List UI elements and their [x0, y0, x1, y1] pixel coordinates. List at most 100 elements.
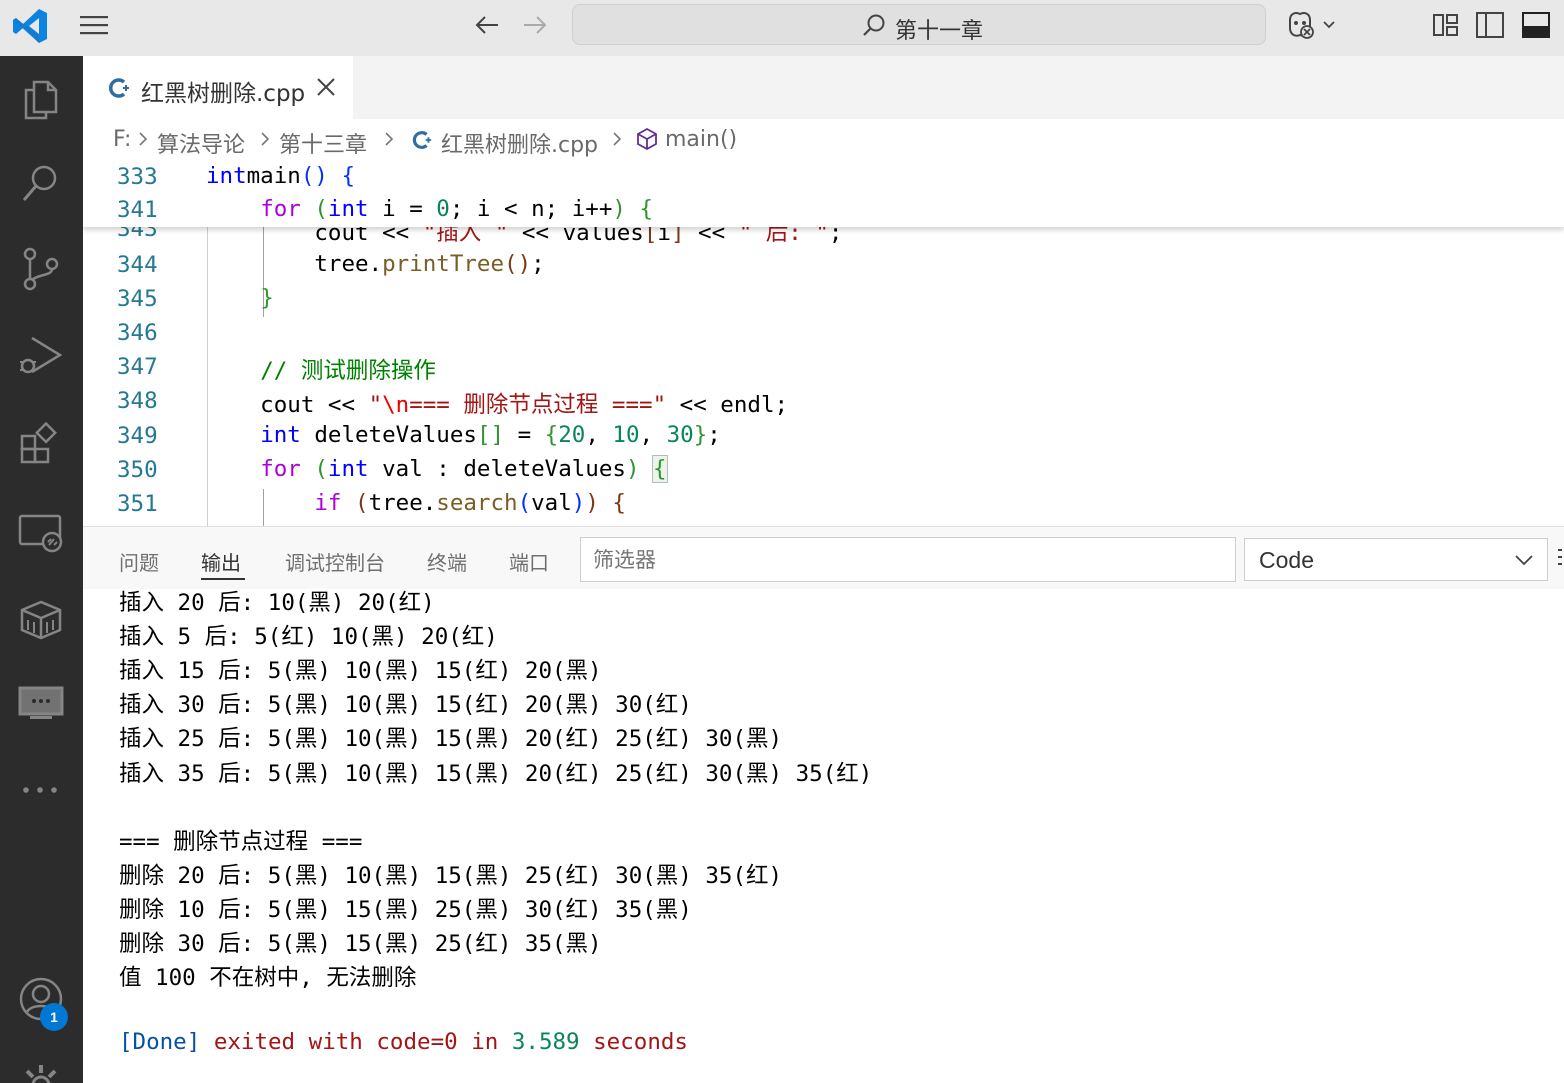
code-line: 348 cout << "\n=== 删除节点过程 ===" << endl;: [83, 385, 1564, 419]
output-line: 删除 30 后: 5(黑) 15(黑) 25(红) 35(黑): [119, 931, 602, 957]
done-exit-text: exited with code=0: [213, 1029, 458, 1055]
line-number: 347: [117, 354, 158, 381]
cpp-file-icon: [412, 131, 432, 149]
search-icon[interactable]: [16, 158, 66, 208]
code-line: 350 for (int val : deleteValues) {: [83, 454, 1564, 488]
code-text: }: [260, 285, 274, 312]
vscode-logo-icon: [13, 9, 47, 43]
code-text: // 测试删除操作: [260, 358, 436, 385]
breadcrumb-file[interactable]: 红黑树删除.cpp: [441, 127, 598, 159]
code-text: for (int i = 0; i < n; i++) {: [260, 196, 654, 222]
tab-output[interactable]: 输出: [201, 547, 241, 576]
more-actions-icon[interactable]: [1555, 545, 1564, 569]
explorer-icon[interactable]: [16, 74, 66, 124]
breadcrumb-symbol[interactable]: main(): [665, 127, 737, 152]
output-line: 插入 35 后: 5(黑) 10(黑) 15(黑) 20(红) 25(红) 30…: [119, 760, 873, 787]
toggle-panel-icon[interactable]: [1520, 10, 1552, 40]
code-line: 351 if (tree.search(val)) {: [83, 488, 1564, 522]
line-number: 344: [117, 252, 158, 278]
tab-terminal[interactable]: 终端: [427, 547, 467, 576]
line-number: 346: [117, 320, 158, 347]
cpp-file-icon: [108, 78, 129, 98]
done-seconds-text: seconds: [593, 1029, 688, 1055]
code-line: 345 }: [83, 283, 1564, 317]
symbol-method-icon: [637, 127, 657, 151]
code-line: 344 tree.printTree();: [83, 249, 1564, 283]
arrow-left-icon[interactable]: [472, 10, 502, 40]
chevron-right-icon: [385, 132, 394, 146]
code-text: intmain() {: [206, 163, 356, 189]
chevron-right-icon: [613, 132, 622, 146]
output-line: 插入 5 后: 5(红) 10(黑) 20(红): [119, 624, 498, 651]
line-number: 341: [117, 197, 158, 223]
line-number: 348: [117, 388, 158, 415]
breadcrumb: F: 算法导论 第十三章 红黑树删除.cpp main(): [83, 119, 1564, 161]
extensions-icon[interactable]: [16, 418, 66, 468]
copilot-icon[interactable]: [1284, 8, 1344, 42]
done-in-text: in: [471, 1029, 499, 1055]
output-filter-input[interactable]: [580, 537, 1236, 582]
chevron-down-icon: [1515, 555, 1533, 566]
breadcrumb-drive[interactable]: F:: [113, 127, 131, 152]
output-channel-label: Code: [1259, 547, 1314, 573]
output-line: 插入 15 后: 5(黑) 10(黑) 15(红) 20(黑): [119, 658, 602, 685]
output-line: 插入 25 后: 5(黑) 10(黑) 15(黑) 20(红) 25(红) 30…: [119, 726, 783, 753]
output-line: 值 100 不在树中, 无法删除: [119, 965, 417, 992]
arrow-right-icon[interactable]: [520, 10, 550, 40]
line-number: 350: [117, 456, 158, 483]
breadcrumb-folder[interactable]: 算法导论: [157, 127, 245, 159]
done-line: [Done] exited with code=0 in 3.589 secon…: [119, 1029, 688, 1055]
remote-icon[interactable]: [16, 678, 66, 728]
tab-debug-console[interactable]: 调试控制台: [285, 547, 385, 576]
editor-tab-active[interactable]: 红黑树删除.cpp: [83, 56, 353, 119]
panel-header: 问题 输出 调试控制台 终端 端口 Code: [83, 527, 1564, 589]
tab-label: 红黑树删除.cpp: [141, 81, 306, 107]
output-view[interactable]: 插入 20 后: 10(黑) 20(红) 插入 5 后: 5(红) 10(黑) 2…: [83, 589, 1564, 1083]
tab-problems[interactable]: 问题: [119, 547, 159, 576]
activity-bar: 1: [0, 56, 83, 1083]
manage-gear-icon[interactable]: [16, 1060, 66, 1083]
output-line: 插入 30 后: 5(黑) 10(黑) 15(红) 20(黑) 30(红): [119, 692, 692, 719]
tab-ports[interactable]: 端口: [509, 547, 549, 576]
accounts-badge: 1: [40, 1003, 68, 1031]
customize-layout-icon[interactable]: [1430, 10, 1462, 40]
code-line: 333 intmain() {: [83, 161, 1564, 195]
chevron-right-icon: [261, 132, 270, 146]
line-number: 333: [117, 164, 158, 190]
more-icon[interactable]: [16, 764, 66, 814]
output-line: 删除 10 后: 5(黑) 15(黑) 25(黑) 30(红) 35(黑): [119, 896, 692, 923]
code-line: 346: [83, 317, 1564, 351]
output-line: 删除 20 后: 5(黑) 10(黑) 15(黑) 25(红) 30(黑) 35…: [119, 862, 783, 889]
chevron-right-icon: [139, 132, 148, 146]
command-center-search[interactable]: 第十一章: [572, 4, 1266, 45]
active-tab-indicator: [201, 578, 245, 580]
source-control-icon[interactable]: [16, 244, 66, 294]
code-text: if (tree.search(val)) {: [314, 489, 626, 516]
line-number: 345: [117, 286, 158, 313]
code-line: 347 // 测试删除操作: [83, 351, 1564, 385]
output-channel-select[interactable]: Code: [1244, 538, 1548, 581]
line-number: 351: [117, 490, 158, 517]
done-tag: [Done]: [119, 1029, 201, 1055]
output-line: === 删除节点过程 ===: [119, 828, 363, 855]
editor-tab-bar: 红黑树删除.cpp: [83, 56, 1564, 119]
code-text: int deleteValues[] = {20, 10, 30};: [260, 421, 721, 448]
code-text: cout << "\n=== 删除节点过程 ===" << endl;: [206, 392, 789, 419]
toggle-sidebar-icon[interactable]: [1474, 10, 1506, 40]
sticky-scroll-header[interactable]: 333 intmain() { 341 for (int i = 0; i < n;…: [83, 161, 1564, 227]
code-text: tree.printTree();: [206, 251, 545, 277]
remote-explorer-icon[interactable]: [16, 508, 66, 558]
bottom-panel: 问题 输出 调试控制台 终端 端口 Code 插入 20 后: 10(黑) 20…: [83, 526, 1564, 1083]
containers-icon[interactable]: [16, 594, 66, 644]
run-debug-icon[interactable]: [16, 330, 66, 380]
title-bar: 第十一章: [0, 0, 1564, 56]
close-icon[interactable]: [315, 76, 337, 98]
code-line: 341 for (int i = 0; i < n; i++) {: [83, 194, 1564, 228]
code-text: for (int val : deleteValues) {: [260, 454, 668, 483]
hamburger-menu-icon[interactable]: [78, 12, 110, 38]
command-center-label: 第十一章: [895, 19, 984, 44]
output-line: 插入 20 后: 10(黑) 20(红): [119, 590, 435, 616]
breadcrumb-chapter[interactable]: 第十三章: [279, 127, 367, 159]
search-icon: [863, 14, 885, 36]
code-editor[interactable]: 333 intmain() { 341 for (int i = 0; i < n;…: [83, 161, 1564, 526]
